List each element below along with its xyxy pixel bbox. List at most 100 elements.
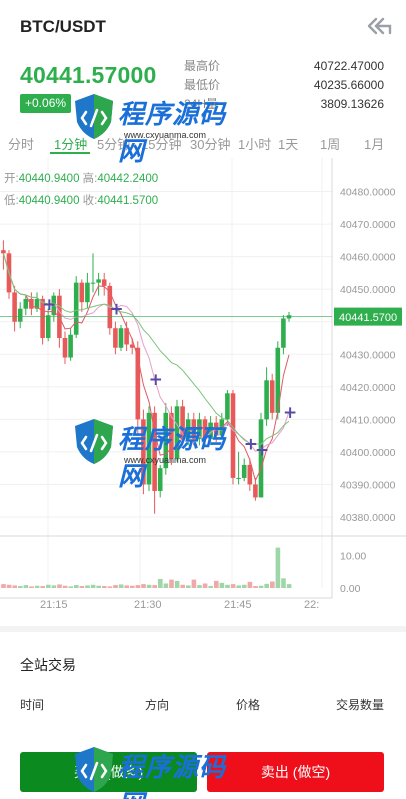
tab-1week[interactable]: 1周 (320, 134, 340, 153)
volume-tick-label: 10.00 (340, 551, 366, 563)
y-tick-label: 40380.0000 (340, 512, 396, 524)
volume-bar (90, 584, 96, 588)
volume-bar (275, 547, 281, 588)
trades-title: 全站交易 (20, 657, 76, 673)
volume-bar (258, 585, 264, 588)
kline-svg: 40480.0000 40470.0000 40460.0000 40450.0000… (0, 158, 406, 611)
volume-bar (62, 585, 68, 588)
trade-col-time: 时间 (20, 698, 45, 712)
volume-bar (158, 578, 163, 588)
ohlc-row-2: 低:40440.9400 收:40441.5700 (4, 192, 158, 208)
volume-bar (225, 584, 230, 588)
trade-col-amount: 交易数量 (336, 698, 385, 712)
x-tick-label: 21:45 (224, 599, 252, 610)
volume-bar (236, 585, 241, 588)
high-label: 高: (82, 173, 98, 185)
tab-1day[interactable]: 1天 (278, 134, 298, 153)
candle-up (85, 282, 90, 303)
low-value: 40440.9400 (18, 195, 80, 207)
high-value: 40442.2400 (97, 173, 159, 185)
volume-bar (214, 580, 219, 588)
volume-bar (208, 586, 213, 588)
moving-average-line (2, 253, 290, 445)
x-tick-label: 22: (304, 599, 319, 610)
candle-down (101, 279, 107, 286)
volume-bar (130, 585, 135, 588)
trade-col-direction: 方向 (145, 698, 170, 712)
volume-bar (191, 579, 197, 588)
volume-bar (146, 584, 152, 588)
volume-bar (23, 585, 29, 588)
candle-down (269, 380, 275, 413)
watermark-url: www.cxyuanma.com (124, 130, 207, 140)
volume-bar (29, 586, 34, 588)
stat-value: 40722.47000 (313, 59, 384, 73)
candle-down (62, 337, 68, 358)
watermark-shield-icon (75, 94, 113, 139)
volume-bar (85, 585, 90, 588)
volume-bar (57, 584, 62, 588)
volume-bar (152, 585, 157, 588)
volume-bar (12, 585, 17, 588)
x-tick-label: 21:30 (134, 599, 162, 610)
volume-bar (79, 586, 85, 588)
volume-bar (174, 580, 180, 588)
volume-bar (253, 586, 258, 588)
watermark-url: www.cxyuanma.com (124, 455, 207, 465)
volume-bar (281, 578, 286, 588)
active-tab-indicator (50, 152, 90, 154)
change-badge: +0.06% (20, 94, 72, 113)
last-price: 40441.57000 (20, 62, 157, 88)
volume-bar (107, 586, 113, 588)
pair-title: BTC/USDT (20, 17, 106, 36)
stat-label: 最高价 (184, 59, 221, 73)
candle-up (96, 279, 101, 283)
y-tick-label: 40390.0000 (340, 479, 396, 491)
y-tick-label: 40400.0000 (340, 447, 396, 459)
watermark: 程序源码网 www.cxyuanma.com (72, 417, 247, 491)
volume-bar (163, 583, 169, 588)
tab-1month[interactable]: 1月 (364, 134, 384, 153)
open-value: 40440.9400 (18, 173, 80, 185)
candle-up (281, 318, 286, 348)
candle-up (68, 334, 73, 358)
volume-bar (124, 585, 129, 588)
candle-up (17, 308, 23, 322)
volume-bar (6, 584, 12, 588)
candle-up (118, 328, 124, 348)
open-label: 开: (4, 173, 19, 185)
volume-bar (264, 583, 269, 588)
trade-marker: + (42, 295, 56, 315)
candle-down (79, 282, 85, 303)
candle-down (1, 250, 6, 254)
trade-marker: + (255, 440, 269, 460)
volume-bar (186, 585, 191, 588)
watermark-shield-icon (75, 419, 113, 464)
stat-value: 40235.66000 (313, 78, 384, 92)
close-value: 40441.5700 (97, 195, 159, 207)
candle-down (12, 292, 17, 322)
tab-time-sharing[interactable]: 分时 (8, 134, 34, 153)
candle-up (225, 393, 230, 420)
y-tick-label: 40450.0000 (340, 284, 396, 296)
last-price-label: 40441.5700 (339, 312, 397, 324)
back-arrow-icon[interactable] (366, 16, 392, 36)
watermark: 程序源码网 (72, 745, 247, 799)
app-page: BTC/USDT 40441.57000 +0.06% 最高价 40722.47… (0, 0, 406, 799)
candle-down (113, 328, 118, 348)
watermark-text: 程序源码网 (118, 752, 227, 799)
volume-bar (113, 585, 118, 588)
candle-up (264, 380, 269, 420)
volume-bar (1, 584, 6, 588)
candle-down (253, 484, 258, 498)
volume-bar (74, 585, 79, 588)
low-label: 低: (4, 195, 19, 207)
volume-bar (270, 581, 275, 588)
candle-up (90, 282, 96, 284)
y-tick-label: 40480.0000 (340, 187, 396, 199)
volume-bar (118, 584, 124, 588)
volume-bar (202, 583, 208, 588)
kline-chart[interactable]: 40480.0000 40470.0000 40460.0000 40450.0000… (0, 158, 406, 611)
volume-bar (51, 585, 57, 588)
volume-bar (135, 585, 141, 588)
